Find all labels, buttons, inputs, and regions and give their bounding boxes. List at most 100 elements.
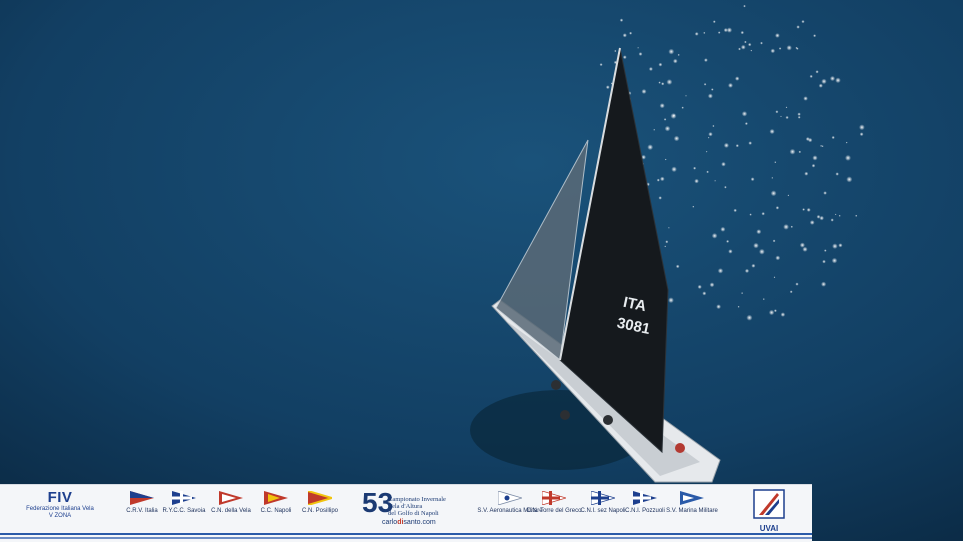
sparkle <box>741 111 748 117</box>
sparkle <box>761 212 765 216</box>
sparkle <box>661 82 665 86</box>
sparkle <box>735 144 739 148</box>
sparkle <box>834 213 837 216</box>
sparkle <box>726 239 730 243</box>
sparkle <box>708 132 713 137</box>
sparkle <box>703 31 706 34</box>
burgee-icon <box>172 491 196 505</box>
event-line-1: Campionato Invernale <box>388 496 446 503</box>
sparkle <box>694 32 699 36</box>
sparkle <box>735 76 740 81</box>
sparkle <box>770 48 776 54</box>
sparkle <box>749 213 752 216</box>
sparkle <box>744 40 747 44</box>
sparkle <box>797 115 801 119</box>
sparkle <box>775 255 781 261</box>
club-label: S.V. Marina Militare <box>666 508 718 514</box>
sparkle <box>648 67 653 71</box>
sparkle <box>756 229 762 235</box>
sparkle <box>802 246 808 252</box>
sparkle <box>744 268 750 273</box>
sparkle <box>664 158 667 161</box>
sparkle <box>733 208 737 213</box>
sparkle <box>775 33 780 38</box>
sparkle <box>830 218 834 222</box>
sparkle <box>619 18 624 22</box>
sparkle <box>789 148 796 155</box>
sparkle <box>728 82 733 88</box>
sparkle <box>677 53 680 57</box>
sparkle <box>723 28 728 33</box>
sparkle <box>831 257 838 264</box>
sparkle <box>664 245 667 248</box>
sparkle <box>721 161 726 167</box>
sparkle <box>693 166 697 170</box>
sparkle <box>714 180 716 182</box>
sparkle <box>769 128 775 135</box>
sparkle <box>641 89 647 94</box>
sparkle <box>832 243 838 249</box>
sparkle <box>778 47 782 50</box>
sparkle <box>666 79 673 85</box>
sparkle <box>835 172 839 176</box>
sparkle <box>798 150 802 154</box>
sponsor-banner: FIV Federazione Italiana Vela V ZONA C.R… <box>0 484 812 542</box>
sparkle <box>750 177 755 182</box>
sparkle <box>741 292 744 295</box>
fiv-zone: V ZONA <box>48 513 72 519</box>
sparkle <box>785 115 789 120</box>
sparkle <box>772 239 776 243</box>
sparkle <box>821 145 824 148</box>
sparkle <box>653 128 656 131</box>
sparkle <box>835 77 841 84</box>
sparkle <box>806 207 811 212</box>
sparkle <box>744 122 748 126</box>
sparkle <box>622 33 627 38</box>
sparkle <box>692 205 695 208</box>
sparkle <box>668 48 675 55</box>
sparkle <box>673 58 678 64</box>
sparkle <box>838 214 841 217</box>
uvai-emblem-icon <box>753 489 785 519</box>
sparkle <box>753 242 759 249</box>
sparkle <box>786 45 792 51</box>
sparkle <box>760 41 763 45</box>
sparkle <box>659 103 665 109</box>
sparkle <box>660 176 665 182</box>
sparkle <box>773 276 776 279</box>
sea-surface <box>0 0 963 541</box>
banner-stripe <box>0 537 812 539</box>
sparkle <box>846 176 853 183</box>
credit-part: santo.com <box>403 519 436 526</box>
sparkle <box>762 298 765 301</box>
sparkle <box>845 141 848 144</box>
sparkle <box>658 81 661 84</box>
sparkle <box>707 136 710 139</box>
sparkle <box>637 47 639 49</box>
sparkle <box>728 249 733 254</box>
crew <box>560 410 570 420</box>
sparkle <box>815 70 819 74</box>
sparkle <box>711 233 718 239</box>
sparkle <box>681 106 684 109</box>
sparkle <box>703 83 707 86</box>
sparkle <box>775 206 780 210</box>
sparkle <box>599 63 603 67</box>
fiv-logo: FIV Federazione Italiana Vela V ZONA <box>20 489 100 520</box>
club-burgee: C.N. Posillipo <box>284 491 356 515</box>
sparkle <box>694 178 699 184</box>
burgee-icon <box>308 491 332 505</box>
sparkle <box>629 31 633 35</box>
sparkle <box>712 20 716 24</box>
sparkle <box>795 282 799 286</box>
crew <box>551 380 561 390</box>
sparkle <box>724 185 727 189</box>
burgee-icon <box>542 491 566 505</box>
sparkle <box>845 154 851 161</box>
fiv-logo-text: FIV <box>47 489 73 506</box>
sparkle <box>614 49 617 53</box>
sparkle <box>748 42 752 47</box>
sparkle <box>780 115 782 118</box>
sparkle <box>823 191 827 195</box>
sparkle <box>751 263 756 268</box>
